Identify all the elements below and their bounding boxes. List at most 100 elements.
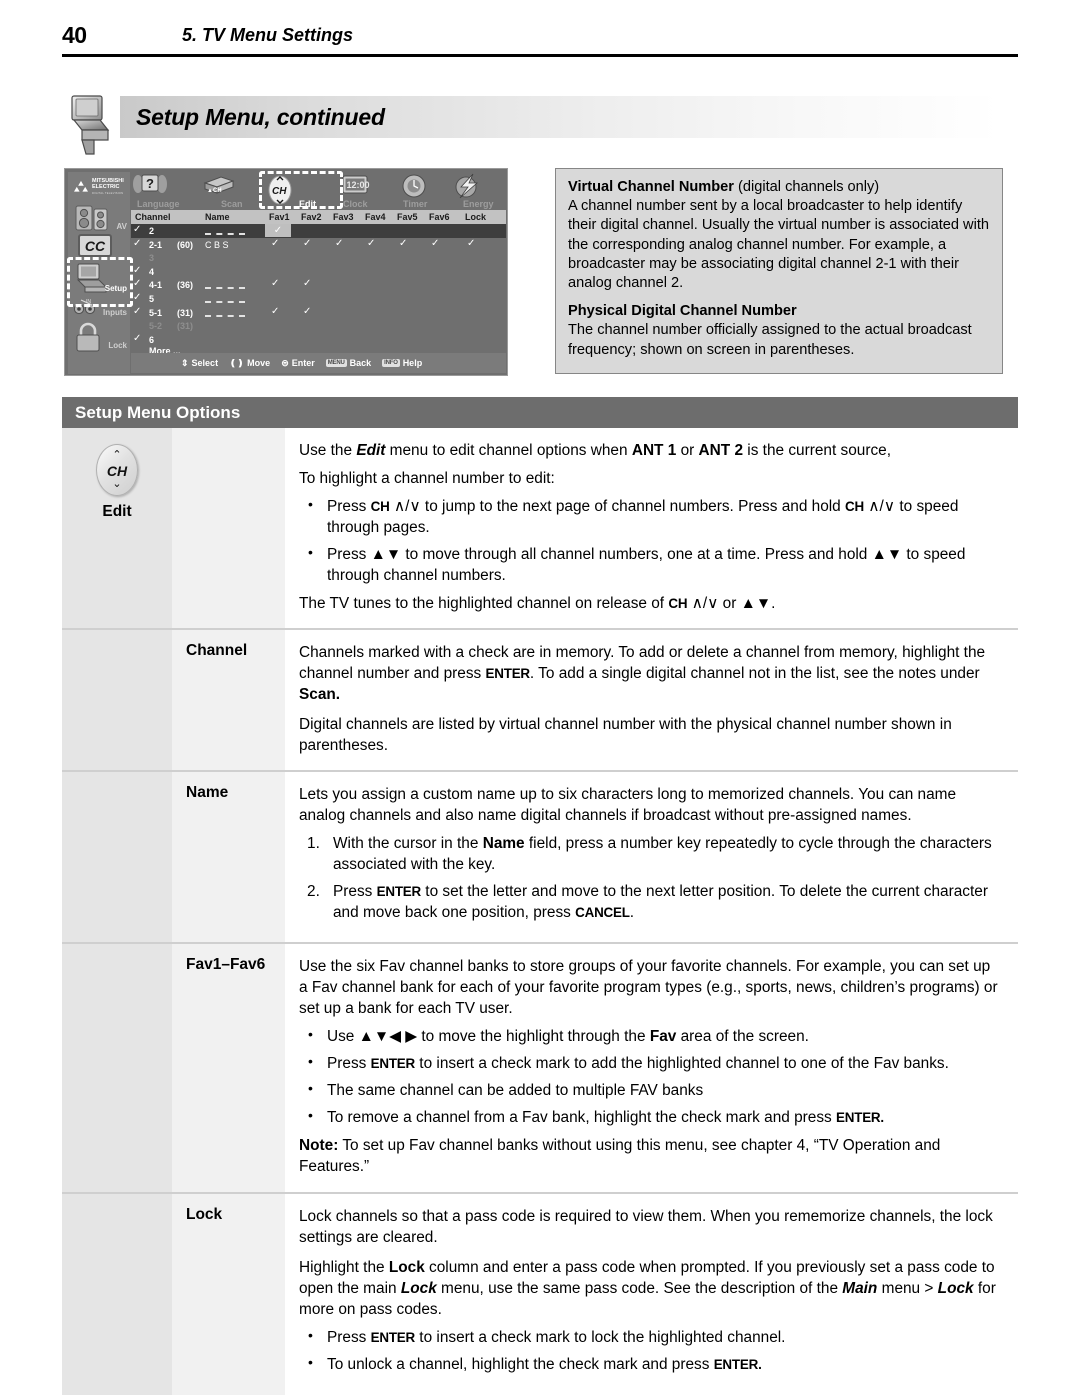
lock-check-icon[interactable]: ✓ (467, 238, 475, 249)
topnav-item-energy[interactable]: Energy (455, 172, 506, 210)
channel-row[interactable]: 3 (131, 251, 506, 265)
lock-p2-ital2: Main (842, 1279, 878, 1297)
enter-key-label-5: ENTER (370, 1330, 416, 1345)
channel-row[interactable]: ✓ 5-1 (31) ✓ ✓ (131, 306, 506, 320)
topnav-label-timer: Timer (403, 199, 428, 209)
channel-name[interactable]: C B S (205, 240, 229, 250)
edit-intro-b: Edit (356, 442, 386, 459)
name-placeholder-dashes[interactable] (205, 300, 245, 303)
physical-channel-number: (60) (177, 239, 194, 250)
channel-row[interactable]: ✓ 2-1 (60) C B S ✓ ✓ ✓ ✓ ✓ ✓ ✓ (131, 238, 506, 252)
edit-outro-a: The TV tunes to the highlighted channel … (299, 594, 669, 612)
enter-key-label-3: ENTER (370, 1056, 416, 1072)
th-name: Name (205, 212, 230, 222)
info-callout-box: Virtual Channel Number (digital channels… (555, 168, 1003, 374)
fav2-check-icon[interactable]: ✓ (303, 306, 311, 317)
memory-check-icon[interactable]: ✓ (133, 292, 141, 303)
channel-number[interactable]: 3 (149, 253, 154, 263)
channel-number[interactable]: 2-1 (149, 240, 162, 250)
memory-check-icon[interactable]: ✓ (133, 265, 141, 276)
tv-sidebar: MITSUBISHI ELECTRIC DIGITAL TELEVISION A… (68, 172, 130, 374)
channel-row[interactable]: ✓ 5 (131, 292, 506, 306)
topnav-item-edit[interactable]: CH Edit (263, 172, 339, 210)
tv-help-bar: ⇕ Select ❪❫ Move ⊜ Enter MENU Back INFO … (131, 353, 506, 373)
topnav-item-clock[interactable]: 12:00 Clock (339, 172, 399, 210)
th-fav1: Fav1 (269, 212, 290, 222)
name-placeholder-dashes[interactable] (205, 287, 245, 290)
channel-row[interactable]: ✓ 6 (131, 333, 506, 347)
chevron-down-icon: ⌄ (112, 478, 122, 490)
physical-channel-number: (31) (177, 307, 194, 318)
fav-b2-a: Press (327, 1055, 371, 1073)
svg-text:▲CH: ▲CH (207, 188, 222, 194)
channel-number[interactable]: 2 (149, 226, 154, 236)
memory-check-icon[interactable]: ✓ (133, 278, 141, 289)
dpad-arrows-icon: ▲▼◀ ▶ (358, 1027, 418, 1045)
cancel-key-label: CANCEL (575, 904, 630, 920)
edit-bullet-2: Press ▲▼ to move through all channel num… (299, 543, 1002, 586)
help-select: ⇕ Select (181, 358, 218, 369)
updown-arrows-icon-2: ▲▼ (871, 546, 903, 564)
fav4-check-icon[interactable]: ✓ (367, 238, 375, 249)
help-help-label: Help (402, 358, 423, 368)
edit-intro-a: Use the (299, 442, 357, 459)
option-row-edit: ⌃ CH ⌄ Edit Use the Edit menu to edit ch… (62, 428, 1018, 628)
channel-row[interactable]: 5-2 (31) (131, 319, 506, 333)
fav1-check-icon[interactable]: ✓ (271, 238, 279, 249)
channel-row[interactable]: ✓ 4-1 (36) ✓ ✓ (131, 278, 506, 292)
memory-check-icon[interactable]: ✓ (133, 224, 141, 235)
th-channel: Channel (135, 212, 171, 222)
memory-check-icon[interactable]: ✓ (133, 238, 141, 249)
edit-intro-f: ANT 2 (698, 442, 744, 459)
info-key-icon: INFO (382, 359, 400, 367)
help-move: ❪❫ Move (229, 358, 270, 369)
fav1-check-icon[interactable]: ✓ (271, 278, 279, 289)
name-placeholder-dashes[interactable] (205, 314, 245, 317)
enter-key-label-6: ENTER. (713, 1357, 762, 1373)
memory-check-icon[interactable]: ✓ (133, 306, 141, 317)
tv-menu-screenshot: MITSUBISHI ELECTRIC DIGITAL TELEVISION A… (64, 168, 508, 376)
fav5-check-icon[interactable]: ✓ (399, 238, 407, 249)
fav3-check-icon[interactable]: ✓ (335, 238, 343, 249)
enter-button-icon: ⊜ (281, 357, 289, 368)
fav6-check-icon[interactable]: ✓ (431, 238, 439, 249)
enter-key-label-4: ENTER. (836, 1110, 884, 1126)
fav-bullet-1: Use ▲▼◀ ▶ to move the highlight through … (299, 1025, 1002, 1047)
info-paragraph-1: A channel number sent by a local broadca… (568, 198, 989, 291)
channel-number[interactable]: 5 (149, 294, 154, 304)
clock-icon: 12:00 (342, 175, 370, 194)
edit-b2-a: Press (327, 546, 371, 564)
lock-p2-ital3: Lock (937, 1279, 974, 1297)
fav1-highlight-cell[interactable]: ✓ (265, 224, 291, 237)
fav2-check-icon[interactable]: ✓ (303, 278, 311, 289)
ch-button-icon: ⌃ CH ⌄ (96, 444, 138, 496)
speakers-icon (75, 205, 108, 231)
fav2-check-icon[interactable]: ✓ (303, 238, 311, 249)
help-help: INFO Help (382, 358, 422, 368)
option-icon-cell-edit: ⌃ CH ⌄ Edit (62, 428, 172, 628)
name-n1-bold: Name (482, 835, 525, 853)
edit-intro-e: or (676, 442, 699, 459)
option-body-edit: Use the Edit menu to edit channel option… (285, 428, 1018, 628)
channel-number[interactable]: 4 (149, 267, 154, 277)
channel-number[interactable]: 5-2 (149, 321, 162, 331)
channel-number[interactable]: 4-1 (149, 280, 162, 290)
topnav-item-timer[interactable]: Timer (399, 172, 457, 210)
channel-row[interactable]: ✓ 2 ✓ (131, 224, 506, 238)
topnav-item-language[interactable]: ? Language (131, 172, 197, 210)
topnav-item-scan[interactable]: ▲CH Scan (197, 172, 263, 210)
fav1-check-icon[interactable]: ✓ (271, 306, 279, 317)
topnav-label-edit: Edit (299, 199, 316, 209)
channel-number[interactable]: 6 (149, 335, 154, 345)
name-placeholder-dashes[interactable] (205, 233, 245, 235)
mitsubishi-diamond-icon (74, 180, 88, 192)
option-row-fav: Fav1–Fav6 Use the six Fav channel banks … (62, 941, 1018, 1192)
channel-p1-b: . To add a single digital channel not in… (529, 664, 980, 682)
option-label-name: Name (172, 772, 285, 942)
channel-number[interactable]: 5-1 (149, 308, 162, 318)
option-label-lock: Lock (172, 1193, 285, 1396)
sidebar-label-lock: Lock (108, 341, 127, 350)
channel-row[interactable]: ✓ 4 (131, 265, 506, 279)
menu-key-icon: MENU (325, 359, 347, 367)
memory-check-icon[interactable]: ✓ (133, 333, 141, 344)
